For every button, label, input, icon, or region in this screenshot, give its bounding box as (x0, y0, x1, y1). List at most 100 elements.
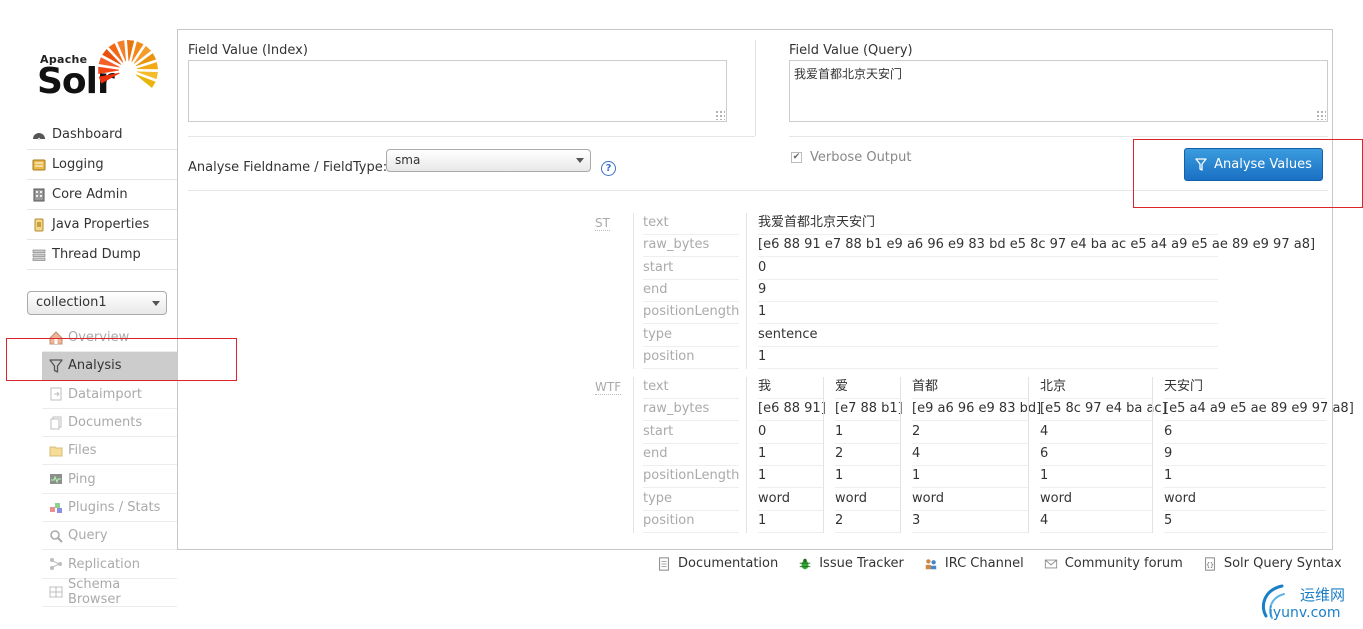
token-cell-positionlength: 1 (758, 302, 1218, 325)
core-menu: Overview Analysis Dataimport Documents Files… (42, 324, 177, 607)
core-menu-item-label: Files (68, 443, 97, 459)
mail-icon (1044, 557, 1058, 571)
footer-link-solr-query-syntax[interactable]: {} Solr Query Syntax (1203, 556, 1342, 571)
row-name: raw_bytes (643, 399, 739, 422)
core-menu-item-ping[interactable]: Ping (42, 465, 177, 494)
token-cell-end: 6 (1040, 444, 1152, 466)
token-cell-end: 2 (835, 444, 901, 466)
core-menu-item-label: Query (68, 528, 108, 544)
nav-item-label: Thread Dump (52, 247, 141, 262)
divider (789, 136, 1328, 137)
svg-text:{}: {} (1206, 561, 1214, 568)
filter-icon (48, 358, 64, 374)
footer-link-community-forum[interactable]: Community forum (1044, 556, 1183, 571)
core-menu-item-replication[interactable]: Replication (42, 550, 177, 579)
documents-icon (48, 415, 64, 431)
token-cell-positionlength: 1 (835, 466, 901, 489)
footer-link-irc-channel[interactable]: IRC Channel (924, 556, 1024, 571)
replication-icon (48, 556, 64, 572)
footer-link-label: IRC Channel (944, 556, 1024, 571)
token-cell-type: word (912, 489, 1028, 511)
java-properties-icon (31, 217, 47, 233)
token-cell-start: 6 (1164, 422, 1326, 444)
row-name: position (643, 347, 739, 369)
fieldtype-select[interactable]: sma (386, 149, 591, 172)
core-selector-value: collection1 (36, 295, 107, 310)
solr-logo[interactable]: Apache Solr (34, 36, 164, 106)
row-name: end (643, 280, 739, 302)
resize-grip-icon[interactable] (715, 110, 725, 120)
core-menu-item-label: Analysis (68, 358, 122, 374)
query-icon (48, 528, 64, 544)
nav-item-thread-dump[interactable]: Thread Dump (27, 240, 177, 270)
footer-link-label: Community forum (1064, 556, 1183, 571)
token-cell-type: word (1040, 489, 1152, 511)
resize-grip-icon[interactable] (1316, 110, 1326, 120)
row-name: start (643, 258, 739, 280)
nav-item-core-admin[interactable]: Core Admin (27, 180, 177, 210)
field-separator (755, 40, 756, 136)
fieldtype-value: sma (395, 153, 421, 167)
token-cell-text: 天安门 (1164, 377, 1326, 399)
token-cell-position: 4 (1040, 511, 1152, 533)
token-cell-position: 2 (835, 511, 901, 533)
stage-separator (633, 377, 634, 534)
nav-item-java-properties[interactable]: Java Properties (27, 210, 177, 240)
help-icon[interactable]: ? (601, 161, 616, 176)
verbose-output-checkbox[interactable]: ✔ Verbose Output (791, 150, 912, 165)
core-menu-item-documents[interactable]: Documents (42, 409, 177, 438)
footer-link-documentation[interactable]: Documentation (657, 556, 778, 571)
watermark: 运维网 iyunv.com (1258, 580, 1363, 629)
token-cell-text: 我爱首都北京天安门 (758, 213, 1218, 235)
core-menu-item-query[interactable]: Query (42, 522, 177, 551)
nav-item-dashboard[interactable]: Dashboard (27, 120, 177, 150)
core-menu-item-files[interactable]: Files (42, 437, 177, 466)
core-menu-item-plugins-stats[interactable]: Plugins / Stats (42, 494, 177, 523)
token-cell-start: 4 (1040, 422, 1152, 444)
footer-link-issue-tracker[interactable]: Issue Tracker (798, 556, 904, 571)
row-name: type (643, 489, 739, 511)
row-name: text (643, 213, 739, 235)
core-menu-item-overview[interactable]: Overview (42, 324, 177, 353)
dataimport-icon (48, 386, 64, 402)
stage-separator (633, 213, 634, 370)
query-field-input[interactable] (789, 60, 1328, 122)
token-column-separator (746, 213, 747, 370)
token-cell-positionlength: 1 (1040, 466, 1152, 489)
nav-item-logging[interactable]: Logging (27, 150, 177, 180)
verbose-output-label: Verbose Output (810, 150, 912, 165)
footer-link-label: Documentation (678, 556, 779, 571)
files-icon (48, 443, 64, 459)
token-cell-type: word (835, 489, 901, 511)
core-menu-item-dataimport[interactable]: Dataimport (42, 381, 177, 409)
core-selector[interactable]: collection1 (27, 291, 167, 315)
token-cell-position: 5 (1164, 511, 1326, 533)
token-column-separator (1028, 377, 1029, 534)
token-cell-start: 0 (758, 422, 824, 444)
token-cell-position: 1 (758, 511, 824, 533)
schema-browser-icon (48, 584, 64, 600)
token-cell-start: 0 (758, 258, 1218, 280)
token-cell-type: sentence (758, 325, 1218, 347)
token-cell-end: 9 (758, 280, 1218, 302)
token-cell-text: 我 (758, 377, 824, 399)
core-menu-item-label: Schema Browser (68, 577, 121, 608)
token-cell-text: 爱 (835, 377, 901, 399)
stage-label[interactable]: WTF (595, 380, 622, 395)
bug-icon (798, 557, 812, 571)
core-menu-item-schema-browser[interactable]: Schema Browser (42, 577, 177, 608)
core-menu-item-analysis[interactable]: Analysis (42, 352, 177, 381)
stage-label[interactable]: ST (595, 216, 610, 231)
token-cell-positionlength: 1 (1164, 466, 1326, 489)
core-menu-item-label: Ping (68, 471, 96, 487)
index-field-input[interactable] (188, 60, 727, 122)
row-name: positionLength (643, 466, 739, 489)
token-cell-raw_bytes: [e6 88 91 e7 88 b1 e9 a6 96 e9 83 bd e5 … (758, 235, 1315, 258)
nav-item-label: Core Admin (52, 187, 128, 202)
analyse-values-button[interactable]: Analyse Values (1184, 148, 1323, 181)
token-column-separator (746, 377, 747, 534)
token-cell-positionlength: 1 (912, 466, 1028, 489)
row-name: text (643, 377, 739, 399)
token-cell-text: 北京 (1040, 377, 1152, 399)
watermark-url-text: iyunv.com (1269, 605, 1341, 621)
